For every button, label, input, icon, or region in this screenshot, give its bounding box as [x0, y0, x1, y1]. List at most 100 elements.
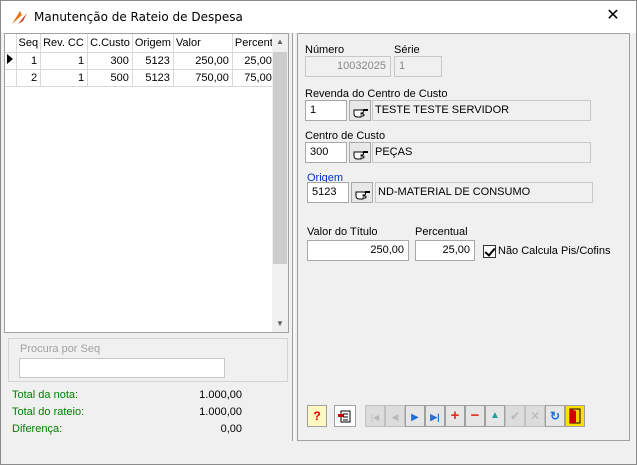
- right-panel: Número 10032025 Série 1 Revenda do Centr…: [297, 33, 630, 441]
- row-pointer-icon: [5, 52, 17, 70]
- col-header-origem[interactable]: Origem: [132, 34, 174, 53]
- serie-label: Série: [394, 44, 420, 56]
- diferenca-value: 0,00: [220, 423, 242, 435]
- prior-record-button[interactable]: ◀: [385, 405, 405, 427]
- cell-rev-cc[interactable]: 1: [40, 69, 89, 87]
- main-window: Manutenção de Rateio de Despesa ✕ Seq Re…: [0, 0, 637, 465]
- col-header-percent[interactable]: Percent: [232, 34, 276, 53]
- valor-titulo-label: Valor do Título: [307, 226, 378, 238]
- title-bar: Manutenção de Rateio de Despesa ✕: [1, 1, 636, 33]
- serie-field: 1: [394, 56, 442, 77]
- print-button[interactable]: [334, 405, 356, 427]
- cell-c-custo[interactable]: 500: [87, 69, 133, 87]
- cancel-icon: ✕: [529, 409, 541, 423]
- close-button[interactable]: ✕: [590, 1, 636, 31]
- refresh-icon: ↻: [549, 409, 561, 423]
- cell-percent[interactable]: 75,00: [232, 69, 276, 87]
- search-label: Procura por Seq: [20, 343, 101, 355]
- delete-button[interactable]: −: [465, 405, 485, 427]
- grid-vertical-scrollbar[interactable]: ▲ ▼: [272, 34, 288, 332]
- panel-splitter[interactable]: [292, 33, 295, 441]
- prior-icon: ◀: [391, 412, 399, 422]
- edit-icon: ▲: [490, 410, 500, 421]
- app-logo-icon: [12, 11, 27, 24]
- last-icon: ▶|: [430, 412, 440, 422]
- centro-custo-lookup-button[interactable]: [349, 142, 371, 163]
- search-group: Procura por Seq: [8, 338, 288, 382]
- numero-label: Número: [305, 44, 345, 56]
- numero-field: 10032025: [305, 56, 391, 77]
- cell-c-custo[interactable]: 300: [87, 52, 133, 70]
- total-nota-row: Total da nota: 1.000,00: [12, 387, 242, 404]
- diferenca-label: Diferença:: [12, 423, 63, 435]
- total-rateio-value: 1.000,00: [199, 406, 242, 418]
- revenda-input[interactable]: 1: [305, 100, 347, 121]
- insert-button[interactable]: +: [445, 405, 465, 427]
- origem-description: ND-MATERIAL DE CONSUMO: [375, 182, 593, 203]
- edit-button[interactable]: ▲: [485, 405, 505, 427]
- row-indicator: [5, 69, 17, 87]
- col-header-rev-cc[interactable]: Rev. CC: [40, 34, 89, 53]
- cancel-button[interactable]: ✕: [525, 405, 545, 427]
- next-record-button[interactable]: ▶: [405, 405, 425, 427]
- revenda-description: TESTE TESTE SERVIDOR: [372, 100, 591, 121]
- table-row[interactable]: 1 1 300 5123 250,00 25,00: [5, 52, 276, 70]
- pointing-hand-icon: [355, 191, 370, 200]
- nao-calcula-checkbox[interactable]: [483, 245, 496, 258]
- grid-indicator-header: [5, 34, 17, 53]
- delete-icon: −: [470, 407, 480, 424]
- search-seq-input[interactable]: [19, 358, 225, 378]
- diferenca-row: Diferença: 0,00: [12, 421, 242, 438]
- cell-rev-cc[interactable]: 1: [40, 52, 89, 70]
- first-icon: |◀: [370, 413, 380, 422]
- first-record-button[interactable]: |◀: [365, 405, 385, 427]
- total-nota-value: 1.000,00: [199, 389, 242, 401]
- post-button[interactable]: ✔: [505, 405, 525, 427]
- origem-input[interactable]: 5123: [307, 182, 349, 203]
- help-icon: ?: [313, 409, 321, 423]
- last-record-button[interactable]: ▶|: [425, 405, 445, 427]
- post-icon: ✔: [509, 409, 521, 423]
- total-nota-label: Total da nota:: [12, 389, 79, 401]
- scroll-down-icon[interactable]: ▼: [272, 316, 288, 332]
- centro-custo-input[interactable]: 300: [305, 142, 347, 163]
- totals-panel: Total da nota: 1.000,00 Total do rateio:…: [12, 387, 242, 438]
- pointing-hand-icon: [353, 151, 368, 160]
- insert-icon: +: [450, 407, 460, 424]
- col-header-seq[interactable]: Seq: [16, 34, 42, 53]
- valor-titulo-input[interactable]: 250,00: [307, 240, 409, 261]
- total-rateio-label: Total do rateio:: [12, 406, 85, 418]
- cell-percent[interactable]: 25,00: [232, 52, 276, 70]
- origem-lookup-button[interactable]: [351, 182, 373, 203]
- percentual-label: Percentual: [415, 226, 468, 238]
- pointing-hand-icon: [353, 109, 368, 118]
- cell-origem[interactable]: 5123: [132, 52, 174, 70]
- scroll-up-icon[interactable]: ▲: [272, 34, 288, 50]
- left-panel: Seq Rev. CC C.Custo Origem Valor Percent…: [4, 33, 289, 441]
- exit-button[interactable]: [565, 405, 585, 427]
- scroll-thumb[interactable]: [273, 52, 287, 264]
- help-button[interactable]: ?: [307, 405, 327, 427]
- table-row[interactable]: 2 1 500 5123 750,00 75,00: [5, 69, 276, 87]
- grid-header-row: Seq Rev. CC C.Custo Origem Valor Percent: [5, 34, 276, 53]
- percentual-input[interactable]: 25,00: [415, 240, 475, 261]
- centro-custo-label: Centro de Custo: [305, 130, 386, 142]
- total-rateio-row: Total do rateio: 1.000,00: [12, 404, 242, 421]
- print-icon: [338, 410, 351, 423]
- centro-custo-description: PEÇAS: [372, 142, 591, 163]
- cell-seq[interactable]: 2: [16, 69, 42, 87]
- rateio-grid[interactable]: Seq Rev. CC C.Custo Origem Valor Percent…: [4, 33, 289, 333]
- window-title: Manutenção de Rateio de Despesa: [34, 10, 243, 24]
- cell-origem[interactable]: 5123: [132, 69, 174, 87]
- cell-valor[interactable]: 750,00: [173, 69, 233, 87]
- revenda-lookup-button[interactable]: [349, 100, 371, 121]
- cell-valor[interactable]: 250,00: [173, 52, 233, 70]
- exit-icon: [569, 408, 581, 424]
- col-header-c-custo[interactable]: C.Custo: [87, 34, 133, 53]
- nao-calcula-label[interactable]: Não Calcula Pis/Cofins: [498, 245, 611, 257]
- next-icon: ▶: [411, 412, 419, 423]
- cell-seq[interactable]: 1: [16, 52, 42, 70]
- col-header-valor[interactable]: Valor: [173, 34, 233, 53]
- refresh-button[interactable]: ↻: [545, 405, 565, 427]
- revenda-label: Revenda do Centro de Custo: [305, 88, 448, 100]
